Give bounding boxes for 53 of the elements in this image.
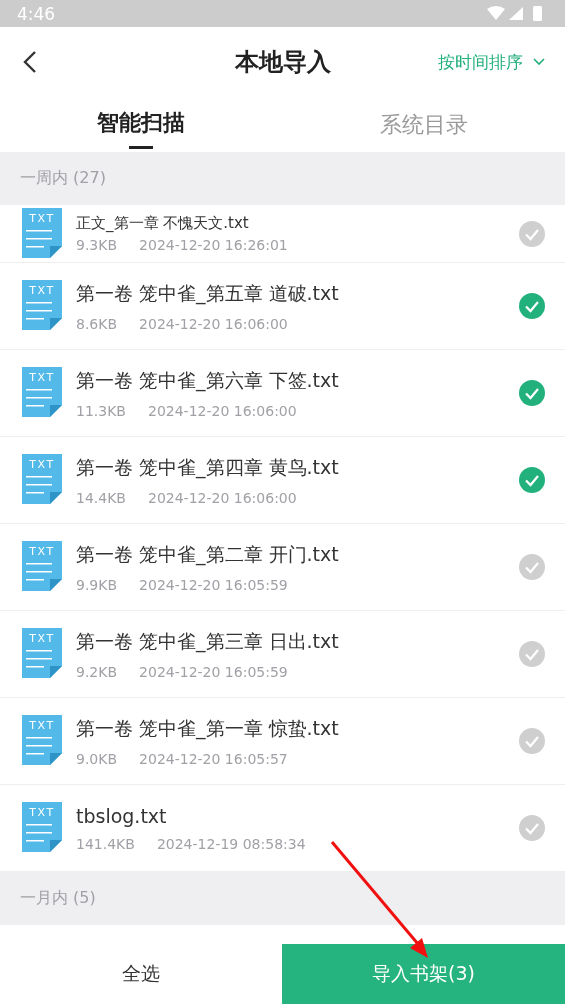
file-size: 14.4KB [76,489,126,506]
file-item[interactable]: TXT 第一卷 笼中雀_第四章 黄鸟.txt 14.4KB 2024-12-20 16:06:00 [0,437,565,524]
txt-file-icon: TXT [20,367,64,419]
file-name: tbslog.txt [76,804,168,827]
file-date: 2024-12-20 16:05:59 [139,576,288,593]
file-size: 11.3KB [76,402,126,419]
back-icon[interactable] [23,50,37,74]
txt-file-icon: TXT [20,628,64,680]
file-name: 正文_第一章 不愧天文.txt [76,214,250,233]
file-item[interactable]: TXT 第一卷 笼中雀_第一章 惊蛰.txt 9.0KB 2024-12-20 16:05:57 [0,698,565,785]
caret-icon [533,58,545,66]
file-name: 第一卷 笼中雀_第三章 日出.txt [76,628,340,655]
file-item[interactable]: TXT 正文_第一章 不愧天文.txt 9.3KB 2024-12-20 16:26:01 [0,205,565,263]
checkmark-icon[interactable] [519,293,545,319]
file-size: 8.6KB [76,315,118,332]
file-size: 9.3KB [76,237,118,253]
txt-file-icon: TXT [20,207,64,260]
file-name: 第一卷 笼中雀_第四章 黄鸟.txt [76,454,340,481]
txt-file-icon: TXT [20,280,64,332]
txt-file-icon: TXT [20,715,64,767]
txt-file-icon: TXT [20,541,64,593]
file-size: 9.2KB [76,663,118,680]
section-title: 一周内 (27) [20,168,106,189]
file-size: 141.4KB [76,835,135,852]
file-date: 2024-12-20 16:06:00 [147,402,297,419]
checkmark-icon[interactable] [519,554,545,580]
file-name: 第一卷 笼中雀_第一章 惊蛰.txt [76,715,340,742]
file-date: 2024-12-19 08:58:34 [156,835,306,852]
file-item[interactable]: TXT 第一卷 笼中雀_第五章 道破.txt 8.6KB 2024-12-20 16:06:00 [0,263,565,350]
file-date: 2024-12-20 16:26:01 [139,237,288,253]
checkmark-icon[interactable] [519,728,545,754]
file-item[interactable]: TXT 第一卷 笼中雀_第六章 下签.txt 11.3KB 2024-12-20 16:06:00 [0,350,565,437]
checkmark-icon[interactable] [519,815,545,841]
file-size: 9.9KB [76,576,118,593]
txt-file-icon: TXT [20,454,64,506]
file-date: 2024-12-20 16:06:00 [139,315,288,332]
file-name: 第一卷 笼中雀_第二章 开门.txt [76,541,340,568]
file-size: 9.0KB [76,750,118,767]
file-date: 2024-12-20 16:06:00 [147,489,297,506]
status-icons [487,4,545,23]
section-title: 一月内 (5) [20,888,96,909]
checkmark-icon[interactable] [519,467,545,493]
file-name: 第一卷 笼中雀_第五章 道破.txt [76,280,340,307]
txt-file-icon: TXT [20,802,64,854]
file-name: 第一卷 笼中雀_第六章 下签.txt [76,367,340,394]
file-item[interactable]: TXT 第一卷 笼中雀_第二章 开门.txt 9.9KB 2024-12-20 16:05:59 [0,524,565,611]
page-title: 本地导入 [234,47,331,78]
file-date: 2024-12-20 16:05:59 [139,663,288,680]
checkmark-icon[interactable] [519,641,545,667]
file-item[interactable]: TXT 第一卷 笼中雀_第三章 日出.txt 9.2KB 2024-12-20 16:05:59 [0,611,565,698]
file-date: 2024-12-20 16:05:57 [139,750,288,767]
checkmark-icon[interactable] [519,380,545,406]
checkmark-icon[interactable] [519,220,545,247]
